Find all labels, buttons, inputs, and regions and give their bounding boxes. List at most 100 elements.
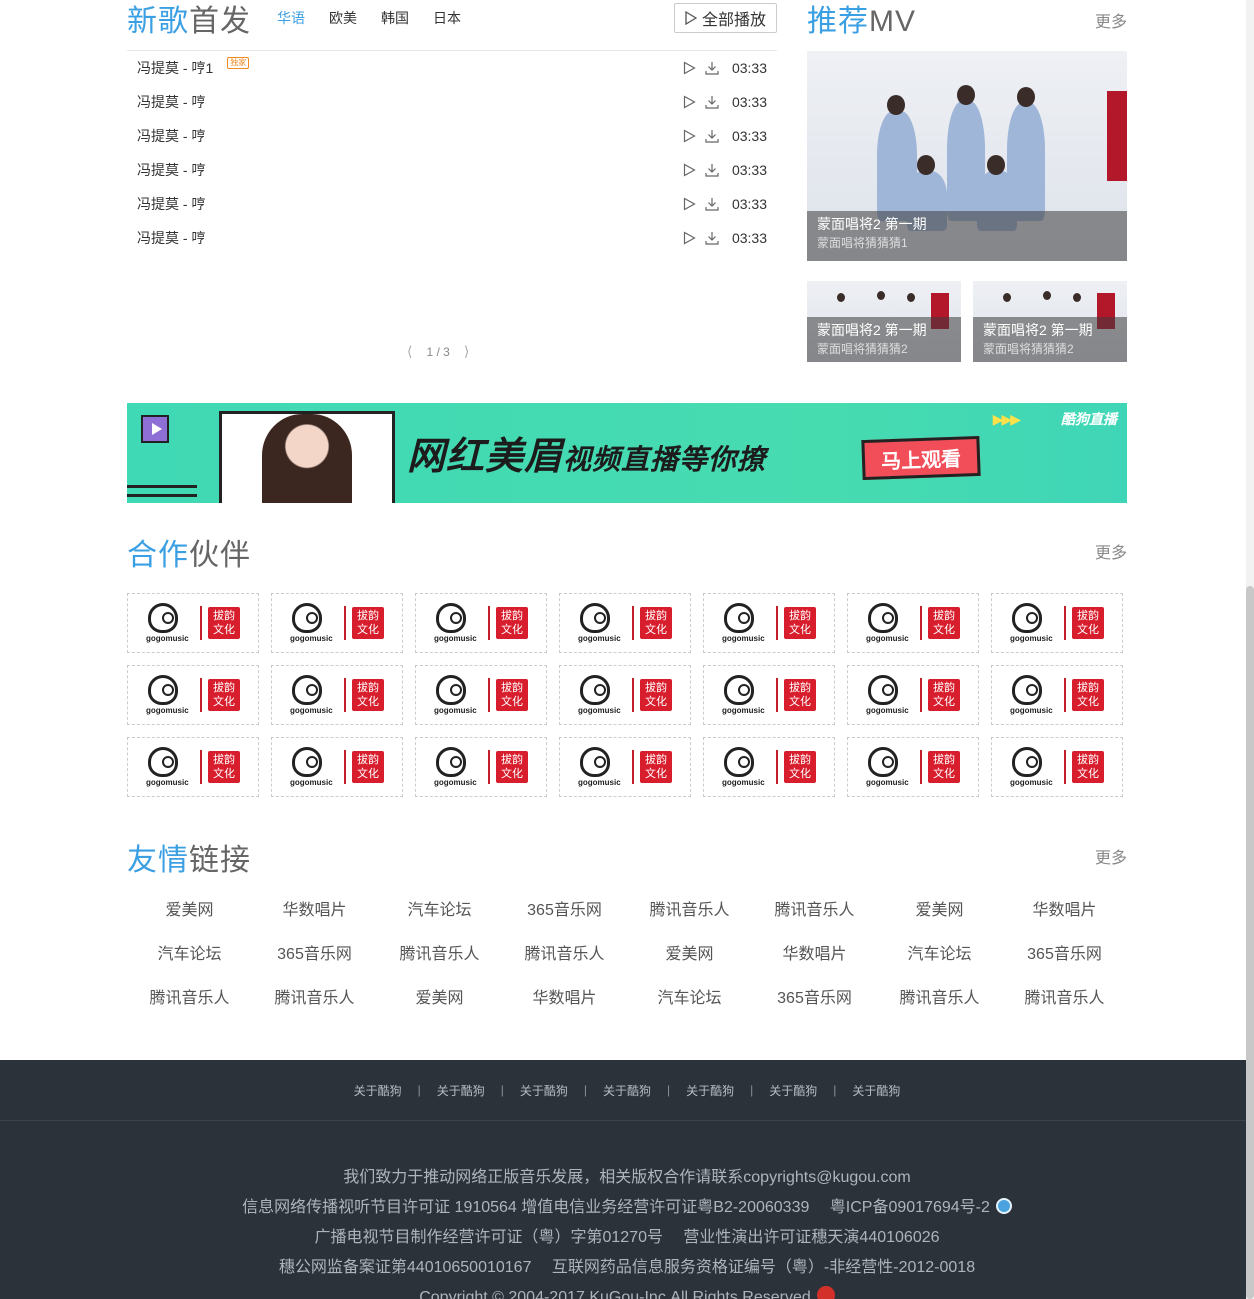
- play-icon[interactable]: [683, 197, 696, 211]
- mv-small-subtitle: 蒙面唱将猜猜猜2: [983, 342, 1074, 356]
- tab-japanese[interactable]: 日本: [433, 8, 461, 28]
- friend-link[interactable]: 华数唱片: [1002, 897, 1127, 941]
- mv-more-link[interactable]: 更多: [1095, 8, 1127, 32]
- live-stream-banner[interactable]: 网红美眉视频直播等你撩 马上观看 ▶▶▶ 酷狗直播: [127, 403, 1127, 503]
- play-icon[interactable]: [683, 95, 696, 109]
- footer-nav-link[interactable]: 关于酷狗: [437, 1082, 485, 1099]
- tab-chinese[interactable]: 华语: [277, 8, 305, 28]
- mv-small-card[interactable]: 蒙面唱将2 第一期 蒙面唱将猜猜猜2: [973, 281, 1127, 362]
- footer-nav-link[interactable]: 关于酷狗: [354, 1082, 402, 1099]
- partner-logo[interactable]: gogomusic 拔韵文化: [991, 737, 1123, 797]
- play-icon[interactable]: [683, 163, 696, 177]
- friend-link[interactable]: 汽车论坛: [877, 941, 1002, 985]
- partner-logo[interactable]: gogomusic 拔韵文化: [703, 665, 835, 725]
- friend-link[interactable]: 爱美网: [877, 897, 1002, 941]
- friend-link[interactable]: 腾讯音乐人: [377, 941, 502, 985]
- friend-link[interactable]: 腾讯音乐人: [1002, 985, 1127, 1029]
- partner-logo[interactable]: gogomusic 拔韵文化: [271, 665, 403, 725]
- scrollbar[interactable]: [1246, 0, 1254, 1299]
- song-row[interactable]: 冯提莫 - 哼 03:33: [127, 187, 777, 221]
- song-row[interactable]: 冯提莫 - 哼 03:33: [127, 85, 777, 119]
- play-icon[interactable]: [683, 129, 696, 143]
- prev-page-icon[interactable]: ⟨: [407, 343, 412, 360]
- download-icon[interactable]: [705, 231, 719, 245]
- footer-nav-link[interactable]: 关于酷狗: [686, 1082, 734, 1099]
- friend-link[interactable]: 腾讯音乐人: [877, 985, 1002, 1029]
- friend-link[interactable]: 华数唱片: [502, 985, 627, 1029]
- friend-link[interactable]: 爱美网: [627, 941, 752, 985]
- tab-western[interactable]: 欧美: [329, 8, 357, 28]
- friend-link[interactable]: 腾讯音乐人: [502, 941, 627, 985]
- partner-logo[interactable]: gogomusic 拔韵文化: [127, 665, 259, 725]
- friend-link[interactable]: 腾讯音乐人: [627, 897, 752, 941]
- partner-logo[interactable]: gogomusic 拔韵文化: [991, 593, 1123, 653]
- friend-link[interactable]: 365音乐网: [502, 897, 627, 941]
- song-title[interactable]: 冯提莫 - 哼: [137, 94, 205, 110]
- partner-logo[interactable]: gogomusic 拔韵文化: [559, 665, 691, 725]
- partners-more-link[interactable]: 更多: [1095, 539, 1127, 563]
- song-title[interactable]: 冯提莫 - 哼: [137, 230, 205, 246]
- partner-logo[interactable]: gogomusic 拔韵文化: [415, 593, 547, 653]
- watch-now-button[interactable]: 马上观看: [861, 435, 981, 481]
- apple-logo-icon: [292, 747, 322, 777]
- logo-divider: [776, 750, 778, 784]
- partner-logo[interactable]: gogomusic 拔韵文化: [415, 737, 547, 797]
- play-icon[interactable]: [683, 61, 696, 75]
- friend-link[interactable]: 腾讯音乐人: [252, 985, 377, 1029]
- download-icon[interactable]: [705, 61, 719, 75]
- friend-link[interactable]: 365音乐网: [252, 941, 377, 985]
- download-icon[interactable]: [705, 95, 719, 109]
- scrollbar-thumb[interactable]: [1246, 586, 1254, 1299]
- partner-logo[interactable]: gogomusic 拔韵文化: [559, 593, 691, 653]
- song-title[interactable]: 冯提莫 - 哼: [137, 162, 205, 178]
- song-title[interactable]: 冯提莫 - 哼1: [137, 60, 213, 76]
- partner-logo[interactable]: gogomusic 拔韵文化: [271, 737, 403, 797]
- friend-link[interactable]: 汽车论坛: [627, 985, 752, 1029]
- song-row[interactable]: 冯提莫 - 哼 03:33: [127, 153, 777, 187]
- friend-link[interactable]: 汽车论坛: [377, 897, 502, 941]
- friend-link[interactable]: 365音乐网: [752, 985, 877, 1029]
- friend-link[interactable]: 爱美网: [377, 985, 502, 1029]
- links-more-link[interactable]: 更多: [1095, 844, 1127, 868]
- download-icon[interactable]: [705, 129, 719, 143]
- partner-logo[interactable]: gogomusic 拔韵文化: [127, 737, 259, 797]
- friend-link[interactable]: 汽车论坛: [127, 941, 252, 985]
- download-icon[interactable]: [705, 163, 719, 177]
- footer-nav-link[interactable]: 关于酷狗: [603, 1082, 651, 1099]
- friend-link[interactable]: 腾讯音乐人: [752, 897, 877, 941]
- partner-logo[interactable]: gogomusic 拔韵文化: [847, 665, 979, 725]
- friend-link[interactable]: 爱美网: [127, 897, 252, 941]
- partner-logo[interactable]: gogomusic 拔韵文化: [415, 665, 547, 725]
- friend-link[interactable]: 华数唱片: [752, 941, 877, 985]
- seal-icon: 拔韵文化: [640, 679, 672, 711]
- song-row[interactable]: 冯提莫 - 哼1 独家 03:33: [127, 51, 777, 85]
- partner-logo[interactable]: gogomusic 拔韵文化: [991, 665, 1123, 725]
- song-row[interactable]: 冯提莫 - 哼 03:33: [127, 119, 777, 153]
- footer-nav-link[interactable]: 关于酷狗: [520, 1082, 568, 1099]
- friend-link[interactable]: 腾讯音乐人: [127, 985, 252, 1029]
- footer-nav-link[interactable]: 关于酷狗: [852, 1082, 900, 1099]
- song-title[interactable]: 冯提莫 - 哼: [137, 196, 205, 212]
- friend-link[interactable]: 华数唱片: [252, 897, 377, 941]
- friend-link[interactable]: 365音乐网: [1002, 941, 1127, 985]
- mv-featured-card[interactable]: 蒙面唱将2 第一期 蒙面唱将猜猜猜1: [807, 51, 1127, 261]
- partner-logo[interactable]: gogomusic 拔韵文化: [847, 737, 979, 797]
- partner-logo-text: gogomusic: [866, 706, 909, 715]
- mv-small-card[interactable]: 蒙面唱将2 第一期 蒙面唱将猜猜猜2: [807, 281, 961, 362]
- partner-logo[interactable]: gogomusic 拔韵文化: [703, 737, 835, 797]
- song-row[interactable]: 冯提莫 - 哼 03:33: [127, 221, 777, 255]
- download-icon[interactable]: [705, 197, 719, 211]
- play-icon[interactable]: [683, 231, 696, 245]
- partner-logo[interactable]: gogomusic 拔韵文化: [559, 737, 691, 797]
- partner-logo[interactable]: gogomusic 拔韵文化: [271, 593, 403, 653]
- partner-logo[interactable]: gogomusic 拔韵文化: [847, 593, 979, 653]
- partner-logo[interactable]: gogomusic 拔韵文化: [127, 593, 259, 653]
- police-emblem-icon[interactable]: [816, 1286, 835, 1299]
- next-page-icon[interactable]: ⟩: [464, 343, 469, 360]
- footer-nav-link[interactable]: 关于酷狗: [769, 1082, 817, 1099]
- song-title[interactable]: 冯提莫 - 哼: [137, 128, 205, 144]
- tab-korean[interactable]: 韩国: [381, 8, 409, 28]
- play-all-button[interactable]: 全部播放: [674, 3, 777, 33]
- verification-badge-icon[interactable]: [995, 1198, 1012, 1214]
- partner-logo[interactable]: gogomusic 拔韵文化: [703, 593, 835, 653]
